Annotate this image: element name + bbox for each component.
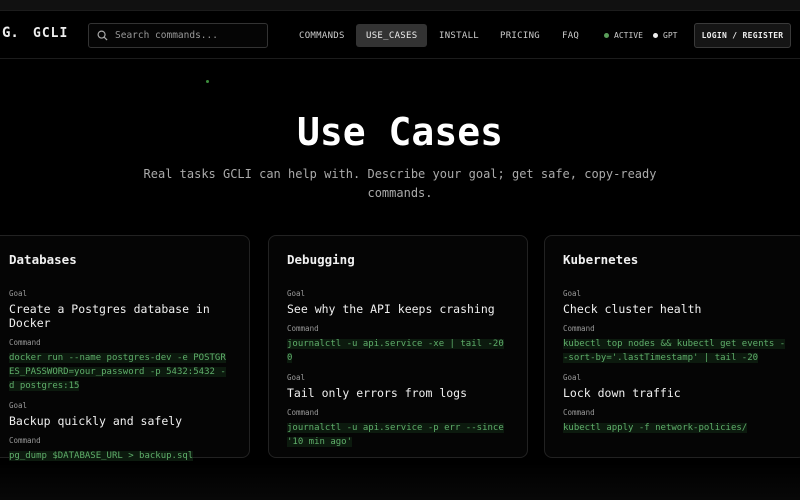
logo-icon[interactable]: G.	[2, 25, 19, 41]
status-label: ACTIVE	[614, 31, 643, 40]
goal-label: Goal	[287, 289, 306, 298]
use-case-card-kubernetes: Kubernetes Goal Check cluster health Comm…	[544, 235, 800, 458]
nav-faq[interactable]: FAQ	[552, 24, 589, 47]
command-snippet[interactable]: journalctl -u api.service -p err --since…	[287, 421, 509, 449]
brand-name[interactable]: GCLI	[33, 26, 68, 41]
model-dot-icon	[653, 33, 658, 38]
command-label: Command	[563, 408, 595, 417]
model-label: GPT	[663, 31, 678, 40]
card-title: Debugging	[287, 252, 355, 267]
goal-label: Goal	[9, 289, 28, 298]
goal-label: Goal	[563, 289, 582, 298]
nav-use-cases[interactable]: USE_CASES	[356, 24, 428, 47]
card-title: Kubernetes	[563, 252, 639, 267]
command-text[interactable]: pg_dump $DATABASE_URL > backup.sql	[9, 451, 194, 461]
command-label: Command	[9, 436, 41, 445]
footer-fade	[0, 462, 800, 500]
goal-label: Goal	[287, 373, 306, 382]
command-label: Command	[287, 408, 319, 417]
nav-commands[interactable]: COMMANDS	[289, 24, 355, 47]
nav-pricing[interactable]: PRICING	[490, 24, 550, 47]
page-title: Use Cases	[297, 110, 503, 154]
status-active: ACTIVE	[604, 24, 643, 47]
goal-text: Create a Postgres database in Docker	[9, 302, 210, 330]
goal-label: Goal	[9, 401, 28, 410]
search-input[interactable]	[115, 30, 255, 41]
use-case-card-databases: Databases Goal Create a Postgres database…	[0, 235, 250, 461]
command-snippet[interactable]: journalctl -u api.service -xe | tail -20…	[287, 337, 509, 365]
command-text[interactable]: kubectl apply -f network-policies/	[563, 423, 748, 433]
command-snippet[interactable]: kubectl top nodes && kubectl get events …	[563, 337, 787, 365]
command-text[interactable]: kubectl top nodes && kubectl get events …	[563, 339, 786, 363]
top-strip	[0, 0, 800, 10]
command-label: Command	[9, 338, 41, 347]
command-label: Command	[563, 324, 595, 333]
use-case-card-debugging: Debugging Goal See why the API keeps cras…	[268, 235, 528, 458]
search-icon	[97, 30, 108, 41]
goal-text: Lock down traffic	[563, 386, 681, 400]
card-title: Databases	[9, 252, 77, 267]
goal-text: Tail only errors from logs	[287, 386, 468, 400]
command-text[interactable]: journalctl -u api.service -xe | tail -20…	[287, 339, 504, 363]
command-snippet[interactable]: kubectl apply -f network-policies/	[563, 421, 787, 435]
command-snippet[interactable]: docker run --name postgres-dev -e POSTGR…	[9, 351, 231, 393]
login-register-button[interactable]: LOGIN / REGISTER	[694, 23, 791, 48]
status-model[interactable]: GPT	[653, 24, 677, 47]
header: G. GCLI COMMANDS USE_CASES INSTALL PRICI…	[0, 10, 800, 59]
nav-install[interactable]: INSTALL	[429, 24, 489, 47]
active-dot-icon	[604, 33, 609, 38]
goal-label: Goal	[563, 373, 582, 382]
page-subtitle: Real tasks GCLI can help with. Describe …	[143, 167, 657, 200]
command-text[interactable]: docker run --name postgres-dev -e POSTGR…	[9, 353, 226, 391]
decorative-dot	[206, 80, 209, 83]
goal-text: Backup quickly and safely	[9, 414, 183, 428]
command-label: Command	[287, 324, 319, 333]
goal-text: Check cluster health	[563, 302, 702, 316]
goal-text: See why the API keeps crashing	[287, 302, 495, 316]
search-box[interactable]	[88, 23, 268, 48]
command-snippet[interactable]: pg_dump $DATABASE_URL > backup.sql	[9, 449, 231, 463]
command-text[interactable]: journalctl -u api.service -p err --since…	[287, 423, 504, 447]
